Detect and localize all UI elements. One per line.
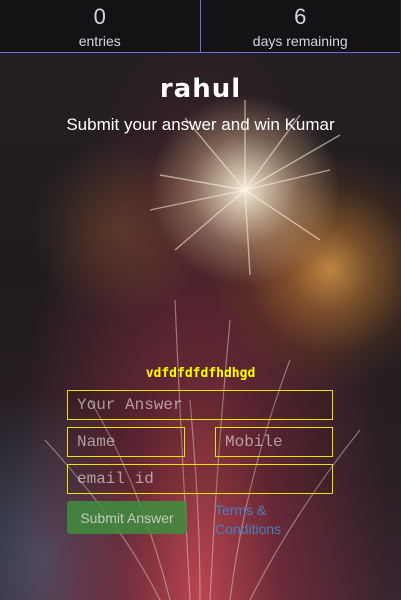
terms-conditions-link[interactable]: Terms & Conditions xyxy=(215,501,325,539)
name-input[interactable] xyxy=(67,427,185,457)
email-input[interactable] xyxy=(67,464,333,494)
entries-label: entries xyxy=(78,33,121,49)
answer-input[interactable] xyxy=(67,390,333,420)
submit-answer-button[interactable]: Submit Answer xyxy=(67,501,187,534)
mobile-input[interactable] xyxy=(215,427,333,457)
entries-stat: 0 entries xyxy=(0,0,200,52)
entries-count: 0 xyxy=(93,4,106,29)
days-remaining-stat: 6 days remaining xyxy=(199,0,401,52)
stats-bar: 0 entries 6 days remaining xyxy=(0,0,400,53)
question-text: vdfdfdfdfhdhgd xyxy=(145,366,256,381)
days-remaining-label: days remaining xyxy=(252,33,348,49)
contest-subtitle: Submit your answer and win Kumar xyxy=(66,115,335,134)
contest-title: rahul xyxy=(159,74,242,104)
days-remaining-count: 6 xyxy=(294,4,307,29)
